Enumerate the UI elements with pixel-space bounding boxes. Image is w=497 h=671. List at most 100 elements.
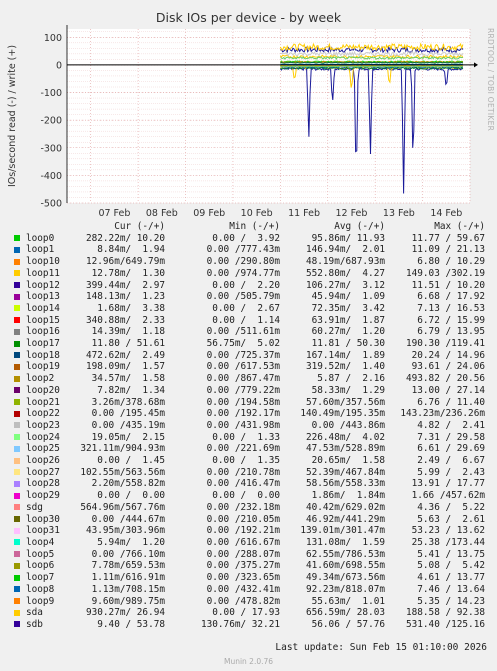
x-tick-label: 10 Feb <box>241 208 273 219</box>
legend-avg-value: 20.65m/ 1.58 <box>311 455 385 467</box>
legend-series-name: loop8 <box>12 584 70 596</box>
series-line-loop6-read <box>280 65 464 68</box>
legend-series-name: loop29 <box>12 490 70 502</box>
legend-min-value: 0.00 /210.05m <box>206 513 280 525</box>
legend-series-label: loop18 <box>26 349 60 361</box>
legend-series-name: loop2 <box>12 373 70 385</box>
legend-row: loop8 1.13m/708.15m 0.00 /432.41m 92.23m/81… <box>12 584 485 596</box>
legend-avg-value: 52.39m/467.84m <box>305 466 385 478</box>
legend-avg-value: 139.01m/301.47m <box>300 525 385 537</box>
legend-cur-value: 11.80 / 51.61 <box>91 338 165 350</box>
legend-row: sda 930.27m/ 26.94 0.00 / 17.93 656.59m/ 28… <box>12 607 485 619</box>
legend-swatch <box>14 598 20 604</box>
legend-max-value: 11.77 / 59.67 <box>411 232 485 244</box>
legend-header-avg: Avg (-/+) <box>334 221 385 232</box>
legend-series-label: loop22 <box>26 408 60 420</box>
legend-avg-value: 56.06 / 57.76 <box>311 618 385 630</box>
legend-series-name: loop14 <box>12 303 70 315</box>
legend-avg-value: 57.60m/357.56m <box>305 396 385 408</box>
legend-min-value: 0.00 /416.47m <box>206 478 280 490</box>
legend-cur-value: 9.40 / 53.78 <box>97 618 165 630</box>
legend-max-value: 190.30 /119.41 <box>405 338 485 350</box>
x-tick-label: 13 Feb <box>383 208 415 219</box>
legend-series-name: loop4 <box>12 537 70 549</box>
legend-swatch <box>14 270 20 277</box>
legend-cur-value: 12.96m/649.79m <box>85 256 165 268</box>
legend-series-label: loop19 <box>26 361 60 373</box>
legend-max-value: 5.08 / 5.42 <box>417 560 485 572</box>
legend-max-value: 188.58 / 92.38 <box>405 607 485 619</box>
legend-swatch <box>14 609 20 616</box>
legend-row: loop6 7.78m/659.53m 0.00 /375.27m 41.60m/69… <box>12 560 485 572</box>
legend-row: loop15 340.88m/ 2.33 0.00 / 1.14 63.91m/ 1.… <box>12 315 485 327</box>
legend-max-value: 1.66 /457.62m <box>411 490 485 502</box>
legend-min-value: 0.00 /288.07m <box>206 548 280 560</box>
legend-row: loop21 3.26m/378.68m 0.00 /194.58m 57.60m/3… <box>12 397 485 409</box>
legend-series-name: loop5 <box>12 549 70 561</box>
legend-row: loop16 14.39m/ 1.18 0.00 /511.61m 60.27m/ 1… <box>12 326 485 338</box>
legend-avg-value: 131.08m/ 1.59 <box>305 536 385 548</box>
legend-series-label: loop13 <box>26 291 60 303</box>
legend-avg-value: 47.53m/528.89m <box>305 443 385 455</box>
legend-min-value: 56.75m/ 5.02 <box>206 338 280 350</box>
legend-row: sdg 564.96m/567.76m 0.00 /232.18m 40.42m/62… <box>12 502 485 514</box>
legend-cur-value: 930.27m/ 26.94 <box>85 607 165 619</box>
legend-min-value: 0.00 / 1.33 <box>212 431 280 443</box>
legend-max-value: 11.09 / 21.13 <box>411 244 485 256</box>
legend-min-value: 0.00 /232.18m <box>206 501 280 513</box>
legend-series-name: loop21 <box>12 397 70 409</box>
legend-max-value: 5.35 / 14.23 <box>417 595 485 607</box>
legend-cur-value: 321.11m/904.93m <box>80 443 165 455</box>
legend-swatch <box>14 480 20 487</box>
legend-min-value: 0.00 /478.82m <box>206 595 280 607</box>
legend-min-value: 0.00 / 1.35 <box>212 455 280 467</box>
legend-avg-value: 58.56m/558.33m <box>305 478 385 490</box>
legend-cur-value: 7.82m/ 1.34 <box>97 384 165 396</box>
legend-min-value: 0.00 /210.78m <box>206 466 280 478</box>
legend-row: loop19 198.09m/ 1.57 0.00 /617.53m 319.52m/… <box>12 361 485 373</box>
y-tick-label: -400 <box>40 171 62 182</box>
legend-max-value: 6.61 / 29.69 <box>417 443 485 455</box>
legend-header-min: Min (-/+) <box>229 221 280 232</box>
legend-series-label: loop12 <box>26 279 60 291</box>
legend-avg-value: 92.23m/818.07m <box>305 583 385 595</box>
legend-row: loop23 0.00 /435.19m 0.00 /431.98m 0.00 /44… <box>12 420 485 432</box>
legend-row: loop10 12.96m/649.79m 0.00 /290.80m 48.19m/… <box>12 256 485 268</box>
legend-cur-value: 3.26m/378.68m <box>91 396 165 408</box>
legend-avg-value: 62.55m/786.53m <box>305 548 385 560</box>
legend-series-label: loop9 <box>26 595 55 607</box>
legend-series-label: loop7 <box>26 572 55 584</box>
legend-avg-value: 140.49m/195.35m <box>300 408 385 420</box>
legend-min-value: 0.00 /725.37m <box>206 349 280 361</box>
legend-cur-value: 19.05m/ 2.15 <box>91 431 165 443</box>
legend-series-name: loop20 <box>12 385 70 397</box>
last-update: Last update: Sun Feb 15 01:10:00 2026 <box>275 642 487 653</box>
legend-series-label: loop16 <box>26 326 60 338</box>
legend-swatch <box>14 492 20 499</box>
legend-min-value: 0.00 / 2.67 <box>212 302 280 314</box>
y-axis-label: IOs/second read (-) / write (+) <box>7 45 18 187</box>
legend-series-label: sdb <box>26 618 43 630</box>
legend-series-label: loop21 <box>26 396 60 408</box>
legend-avg-value: 95.86m/ 11.93 <box>311 232 385 244</box>
legend-row: loop26 0.00 / 1.45 0.00 / 1.35 20.65m/ 1.58… <box>12 455 485 467</box>
x-tick-label: 07 Feb <box>98 208 130 219</box>
legend-series-name: loop22 <box>12 408 70 420</box>
legend-series-label: loop23 <box>26 419 60 431</box>
legend-cur-value: 5.94m/ 1.20 <box>97 536 165 548</box>
legend-swatch <box>14 282 20 289</box>
y-tick-label: 0 <box>56 60 62 71</box>
legend-row: loop1 8.84m/ 1.94 0.00 /777.43m 146.94m/ 2.… <box>12 244 485 256</box>
legend-row: loop4 5.94m/ 1.20 0.00 /616.67m 131.08m/ 1.… <box>12 537 485 549</box>
legend-header-row: Cur (-/+) Min (-/+) Avg (-/+) Max (-/+) <box>12 221 485 233</box>
legend-swatch <box>14 363 20 370</box>
legend-series-name: loop25 <box>12 443 70 455</box>
x-tick-label: 11 Feb <box>288 208 320 219</box>
legend-series-label: loop4 <box>26 536 55 548</box>
legend-min-value: 0.00 / 3.92 <box>212 232 280 244</box>
legend-max-value: 6.79 / 13.95 <box>417 326 485 338</box>
legend-min-value: 0.00 / 0.00 <box>212 490 280 502</box>
legend-swatch <box>14 527 20 534</box>
legend-row: loop28 2.20m/558.82m 0.00 /416.47m 58.56m/5… <box>12 478 485 490</box>
legend-series-name: sdb <box>12 619 70 631</box>
